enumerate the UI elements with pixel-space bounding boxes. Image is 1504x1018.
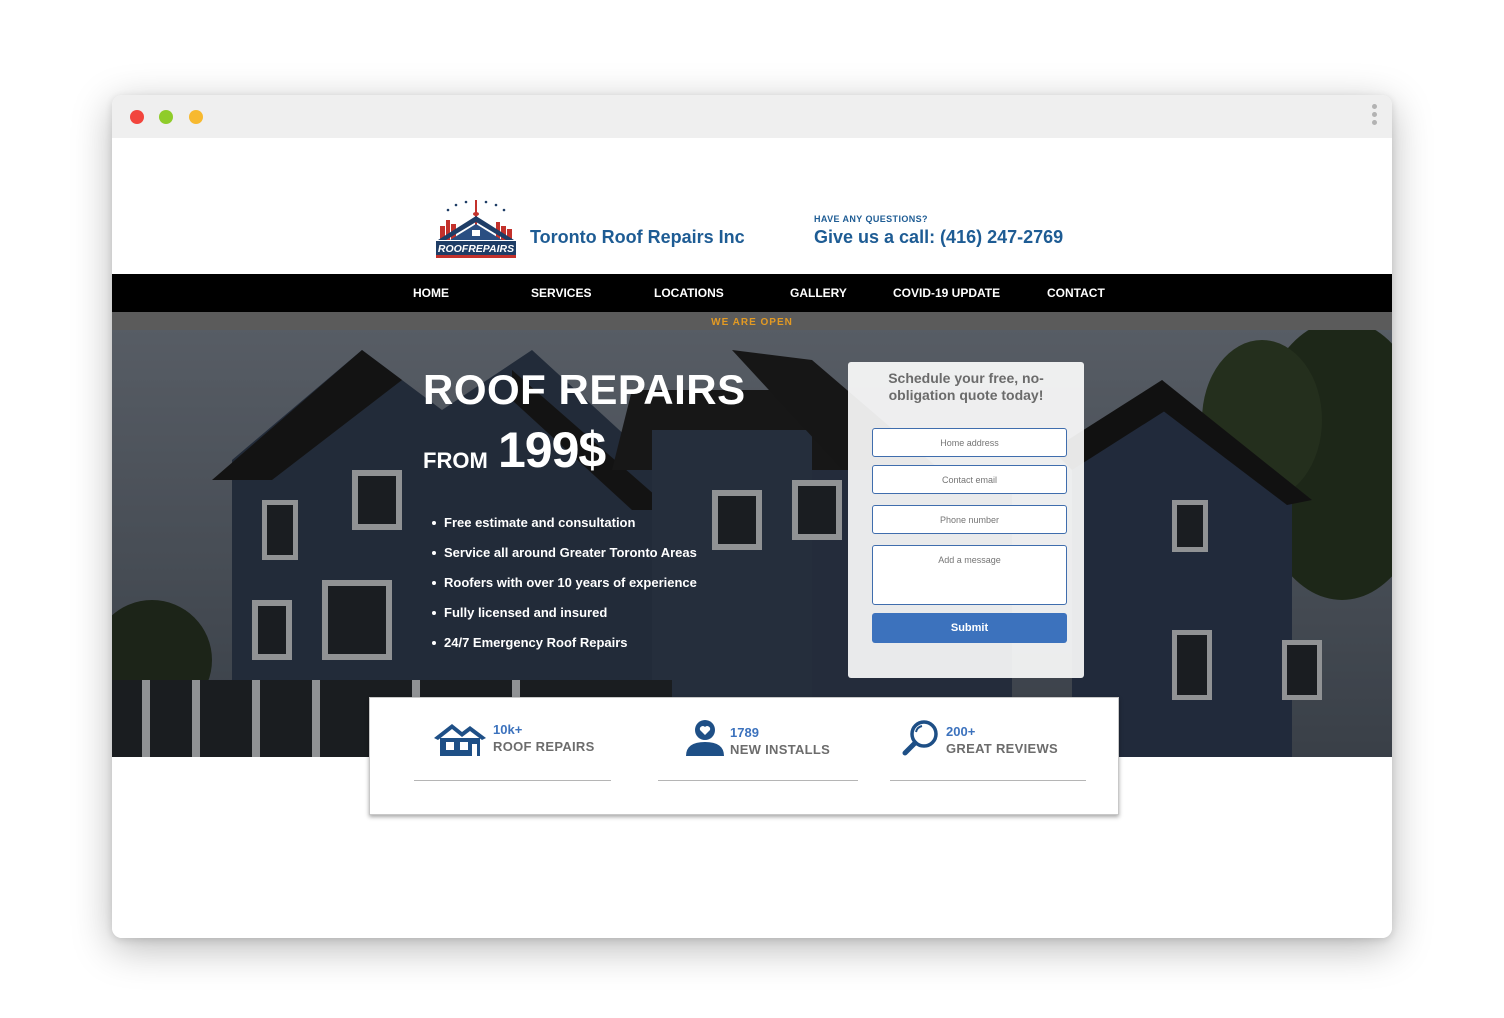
main-navigation: HOME SERVICES LOCATIONS GALLERY COVID-19… [112, 274, 1392, 312]
feature-item: Roofers with over 10 years of experience [432, 575, 697, 605]
submit-button[interactable]: Submit [872, 613, 1067, 643]
minimize-window-button[interactable] [189, 110, 203, 124]
brand-name[interactable]: Toronto Roof Repairs Inc [530, 227, 745, 248]
logo-text: ROOFREPAIRS [438, 243, 514, 255]
question-label: HAVE ANY QUESTIONS? [814, 214, 928, 224]
nav-home[interactable]: HOME [413, 286, 449, 300]
nav-gallery[interactable]: GALLERY [790, 286, 847, 300]
phone-number-input[interactable] [872, 505, 1067, 534]
stat-value: 10k+ [493, 722, 523, 737]
quote-form-title: Schedule your free, no-obligation quote … [888, 370, 1044, 403]
feature-item: Free estimate and consultation [432, 515, 697, 545]
open-banner-text: WE ARE OPEN [711, 317, 793, 328]
stat-label: GREAT REVIEWS [946, 741, 1059, 756]
stage: ROOFREPAIRS Toronto Roof Repairs Inc HAV… [0, 0, 1504, 1018]
stat-value: 200+ [946, 724, 976, 739]
stat-label: ROOF REPAIRS [493, 739, 595, 754]
nav-contact[interactable]: CONTACT [1047, 286, 1105, 300]
nav-covid-update[interactable]: COVID-19 UPDATE [893, 286, 1000, 300]
maximize-window-button[interactable] [159, 110, 173, 124]
contact-email-input[interactable] [872, 465, 1067, 494]
hero-from-label: FROM [423, 448, 488, 473]
stat-value: 1789 [730, 725, 759, 740]
feature-item: 24/7 Emergency Roof Repairs [432, 635, 697, 665]
web-page: ROOFREPAIRS Toronto Roof Repairs Inc HAV… [112, 138, 1392, 938]
stat-divider [658, 780, 858, 781]
stat-divider [890, 780, 1086, 781]
open-banner: WE ARE OPEN [112, 312, 1392, 330]
stat-great-reviews: 200+ GREAT REVIEWS [870, 698, 1120, 816]
person-heart-icon [686, 720, 724, 756]
magnifier-icon [902, 720, 938, 756]
stat-divider [414, 780, 611, 781]
stat-label: NEW INSTALLS [730, 742, 831, 757]
hero-house-image [112, 330, 1392, 757]
more-options-icon[interactable] [1370, 104, 1378, 130]
nav-services[interactable]: SERVICES [531, 286, 591, 300]
feature-item: Service all around Greater Toronto Areas [432, 545, 697, 575]
quote-form: Schedule your free, no-obligation quote … [848, 362, 1084, 678]
browser-titlebar [112, 95, 1392, 138]
nav-locations[interactable]: LOCATIONS [654, 286, 724, 300]
hero-section: ROOF REPAIRS FROM 199$ Free estimate and… [112, 330, 1392, 757]
message-textarea[interactable] [872, 545, 1067, 605]
feature-item: Fully licensed and insured [432, 605, 697, 635]
hero-title: ROOF REPAIRS [423, 366, 746, 413]
home-address-input[interactable] [872, 428, 1067, 457]
stat-roof-repairs: 10k+ ROOF REPAIRS [370, 698, 620, 816]
stats-card: 10k+ ROOF REPAIRS 1789 NEW INSTALLS 200+… [369, 697, 1119, 815]
stat-new-installs: 1789 NEW INSTALLS [620, 698, 870, 816]
hero-price: 199$ [498, 422, 606, 478]
browser-window: ROOFREPAIRS Toronto Roof Repairs Inc HAV… [112, 95, 1392, 938]
house-icon [434, 724, 486, 756]
company-logo[interactable]: ROOFREPAIRS [434, 196, 518, 262]
hero-feature-list: Free estimate and consultation Service a… [432, 515, 697, 665]
phone-call-link[interactable]: Give us a call: (416) 247-2769 [814, 227, 1063, 248]
close-window-button[interactable] [130, 110, 144, 124]
